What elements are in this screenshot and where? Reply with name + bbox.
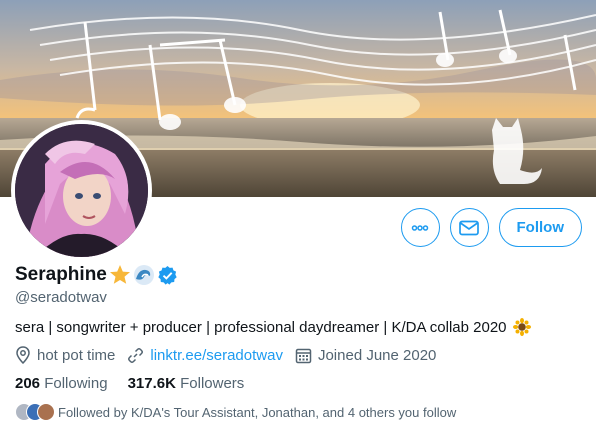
calendar-icon bbox=[295, 348, 312, 363]
link-icon bbox=[128, 347, 144, 363]
message-button[interactable] bbox=[449, 208, 489, 247]
mail-icon bbox=[459, 220, 479, 235]
joined-text: Joined June 2020 bbox=[317, 346, 437, 364]
location-text: hot pot time bbox=[37, 346, 116, 364]
joined-item: Joined June 2020 bbox=[295, 347, 436, 364]
verified-badge-icon bbox=[158, 265, 177, 285]
followed-by-row[interactable]: Followed by K/DA's Tour Assistant, Jonat… bbox=[15, 403, 456, 421]
profile-bio: sera | songwriter + producer | professio… bbox=[15, 318, 531, 336]
display-name-row: Seraphine bbox=[15, 264, 178, 286]
followers-label: Followers bbox=[180, 375, 245, 392]
followers-count: 317.6K bbox=[127, 375, 176, 392]
following-link[interactable]: 206 Following bbox=[15, 375, 108, 392]
profile-actions: Follow bbox=[400, 208, 582, 247]
followed-by-text: Followed by K/DA's Tour Assistant, Jonat… bbox=[58, 404, 457, 420]
follower-avatars bbox=[15, 403, 55, 421]
avatar bbox=[37, 403, 55, 421]
display-name: Seraphine bbox=[15, 264, 107, 285]
more-button[interactable] bbox=[400, 208, 440, 247]
profile-avatar[interactable] bbox=[11, 120, 152, 261]
website-item: linktr.ee/seradotwav bbox=[127, 347, 283, 364]
location-icon bbox=[16, 346, 30, 364]
location-item: hot pot time bbox=[15, 346, 115, 364]
following-label: Following bbox=[44, 375, 108, 392]
bio-text: sera | songwriter + producer | professio… bbox=[15, 318, 507, 336]
followers-link[interactable]: 317.6K Followers bbox=[128, 375, 245, 392]
profile-handle: @seradotwav bbox=[15, 289, 107, 306]
wave-emoji bbox=[133, 265, 154, 285]
follow-button[interactable]: Follow bbox=[498, 208, 582, 247]
sunflower-emoji bbox=[512, 318, 531, 336]
website-link[interactable]: linktr.ee/seradotwav bbox=[150, 347, 283, 364]
more-icon bbox=[411, 224, 429, 231]
star-emoji bbox=[109, 265, 130, 284]
follow-counts: 206 Following 317.6K Followers bbox=[15, 375, 244, 392]
profile-meta: hot pot time linktr.ee/seradotwav Joined… bbox=[15, 346, 448, 364]
following-count: 206 bbox=[15, 375, 41, 392]
avatar-image bbox=[15, 124, 148, 257]
